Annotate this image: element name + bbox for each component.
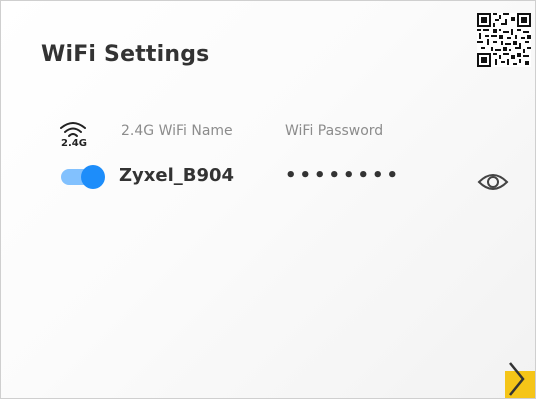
eye-icon[interactable] <box>477 172 509 192</box>
wifi-password-value: •••••••• <box>285 165 402 186</box>
next-button[interactable] <box>499 361 535 398</box>
chevron-right-icon <box>509 362 525 396</box>
wifi-settings-card: WiFi Settings 2.4G 2.4G WiFi Name WiFi P… <box>0 0 536 399</box>
page-title: WiFi Settings <box>41 42 210 67</box>
band-label: 2.4G <box>61 138 87 149</box>
wifi-ssid-value: Zyxel_B904 <box>119 165 235 186</box>
wifi-name-header: 2.4G WiFi Name <box>121 123 233 139</box>
wifi-enable-toggle[interactable] <box>61 165 105 189</box>
toggle-knob <box>81 165 105 189</box>
qr-code-icon <box>477 13 531 67</box>
wifi-password-header: WiFi Password <box>285 123 384 139</box>
